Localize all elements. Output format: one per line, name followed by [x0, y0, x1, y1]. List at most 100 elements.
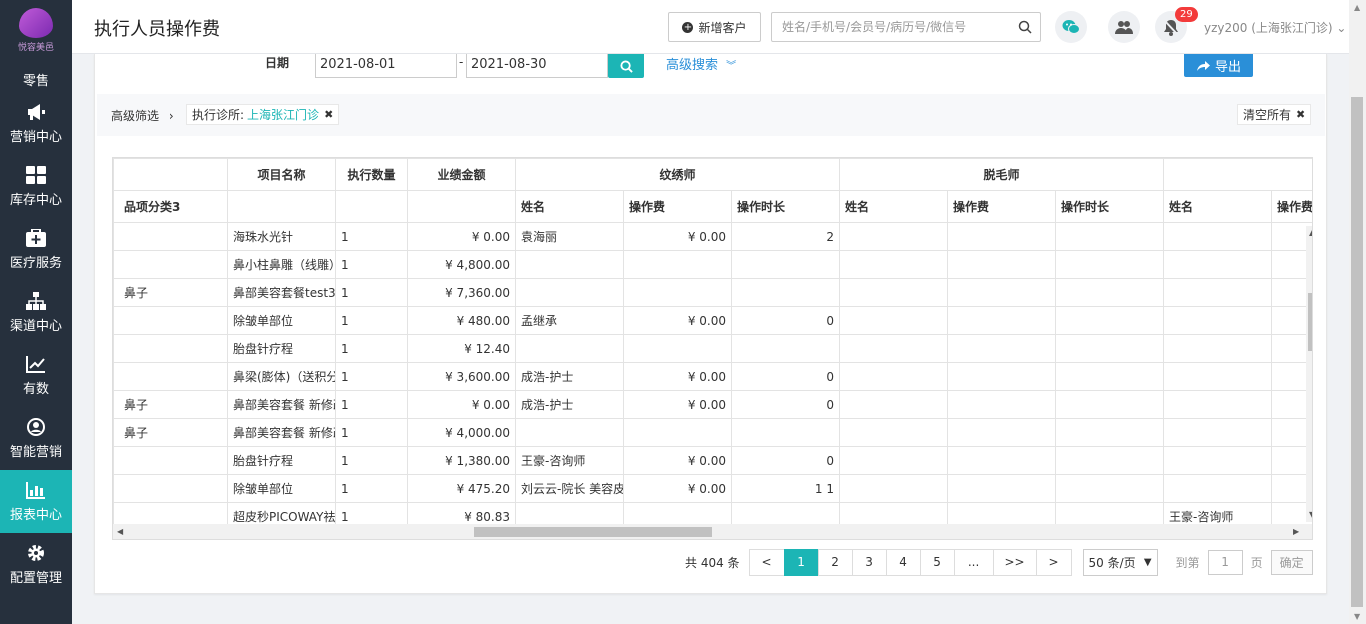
advanced-filter-bar: 高级筛选 › 执行诊所: 上海张江门诊 ✖ 清空所有 ✖ [97, 94, 1325, 136]
table-cell [947, 474, 1056, 503]
sidebar-item-smart-marketing[interactable]: 智能营销 [0, 407, 72, 470]
table-cell: 鼻子 [113, 278, 228, 307]
table-cell: 1 [335, 362, 408, 391]
table-cell [1163, 334, 1272, 363]
table-cell [839, 446, 948, 475]
page-button[interactable]: 1 [783, 548, 819, 576]
table-cell [1163, 474, 1272, 503]
sidebar-item-reports[interactable]: 报表中心 [0, 470, 72, 533]
advanced-search-link[interactable]: 高级搜索 ︾ [666, 54, 736, 73]
date-from-input[interactable]: 2021-08-01 [315, 54, 457, 78]
table-header: 操作费 [623, 190, 732, 223]
line-chart-icon [26, 354, 46, 374]
page-size-select[interactable]: 50 条/页 ▼ [1082, 548, 1158, 576]
close-icon[interactable]: ✖ [324, 108, 333, 121]
table-cell [113, 306, 228, 335]
goto-confirm-button[interactable]: 确定 [1270, 549, 1313, 575]
table-cell: 1 [335, 334, 408, 363]
sidebar-item-settings[interactable]: 配置管理 [0, 533, 72, 596]
page-button[interactable]: 2 [817, 548, 853, 576]
table-cell [113, 474, 228, 503]
search-icon[interactable] [1018, 20, 1032, 37]
prev-page-button[interactable]: < [748, 548, 785, 576]
sidebar-item-data[interactable]: 有数 [0, 344, 72, 407]
filter-tag-value: 上海张江门诊 [247, 108, 320, 122]
table-cell: ¥ 0.00 [623, 362, 732, 391]
export-button[interactable]: 导出 [1184, 54, 1253, 77]
clear-all-button[interactable]: 清空所有 ✖ [1237, 104, 1312, 125]
customer-search-input[interactable] [772, 13, 1002, 41]
notification-badge: 29 [1175, 7, 1198, 22]
scroll-left-icon[interactable]: ◀ [117, 527, 123, 536]
table-row: 除皱单部位 1 ¥ 475.20 刘云云-院长 美容皮 ¥ 0.00 1 1 [113, 474, 1312, 503]
page-button[interactable]: 3 [851, 548, 887, 576]
horizontal-scrollbar[interactable]: ◀ ▶ [113, 524, 1312, 539]
table-cell: ¥ 480.00 [407, 306, 516, 335]
scroll-right-icon[interactable]: ▶ [1293, 527, 1299, 536]
date-to-input[interactable]: 2021-08-30 [466, 54, 608, 78]
table-cell: 王豪-咨询师 [515, 446, 624, 475]
table-cell [947, 446, 1056, 475]
table-header-empty [335, 190, 408, 223]
table-cell [515, 250, 624, 279]
data-table: 项目名称 执行数量 业绩金额 纹绣师 脱毛师 美 品项分类3 姓名 操作费 操作… [113, 158, 1312, 531]
ai-icon [26, 417, 46, 437]
table-cell [113, 334, 228, 363]
table-cell [839, 390, 948, 419]
table-cell [1055, 250, 1164, 279]
team-icon[interactable] [1108, 11, 1140, 43]
pagination: 共 404 条 < 1 2 3 4 5 ... >> > 50 条/页 ▼ 到第… [685, 548, 1313, 576]
grid-icon [26, 165, 46, 185]
gear-icon [26, 543, 46, 563]
fast-forward-button[interactable]: >> [992, 548, 1037, 576]
page-scroll-thumb[interactable] [1351, 97, 1363, 607]
table-cell [623, 250, 732, 279]
table-cell: 鼻部美容套餐test3 [227, 278, 336, 307]
chevron-down-icon: ▼ [1143, 556, 1152, 568]
table-cell [1163, 278, 1272, 307]
table-cell [839, 222, 948, 251]
search-button[interactable] [608, 54, 644, 78]
goto-label: 到第 [1175, 555, 1200, 570]
table-cell [1055, 418, 1164, 447]
scroll-down-icon[interactable]: ▼ [1354, 612, 1360, 621]
date-separator: - [459, 55, 464, 69]
table-header: 脱毛师 [839, 158, 1164, 191]
page-button[interactable]: 4 [885, 548, 921, 576]
wechat-icon[interactable] [1055, 11, 1087, 43]
sidebar-item-medical[interactable]: 医疗服务 [0, 218, 72, 281]
sidebar-item-channel[interactable]: 渠道中心 [0, 281, 72, 344]
sidebar-item-retail[interactable]: 零售 [0, 70, 72, 89]
new-customer-button[interactable]: + 新增客户 [668, 12, 761, 42]
table-cell: ¥ 0.00 [623, 306, 732, 335]
table-header-empty [407, 190, 516, 223]
table-cell [113, 222, 228, 251]
page-button[interactable]: 5 [919, 548, 955, 576]
page-scrollbar[interactable]: ▲ ▼ [1349, 0, 1366, 624]
sidebar-item-label: 渠道中心 [9, 319, 62, 334]
table-cell: 1 [335, 474, 408, 503]
sidebar-item-inventory[interactable]: 库存中心 [0, 155, 72, 218]
table-header-empty [113, 158, 228, 191]
sidebar-item-marketing[interactable]: 营销中心 [0, 92, 72, 155]
table-cell [113, 250, 228, 279]
table-cell: 鼻部美容套餐 新修改 [227, 418, 336, 447]
vertical-scrollbar[interactable]: ▲ ▼ [1306, 226, 1312, 522]
table-cell: 孟继承 [515, 306, 624, 335]
advanced-filter-label: 高级筛选 › [111, 107, 174, 124]
next-page-button[interactable]: > [1035, 548, 1072, 576]
table-cell [947, 250, 1056, 279]
table-cell: ¥ 4,800.00 [407, 250, 516, 279]
horizontal-scroll-thumb[interactable] [474, 527, 712, 537]
table-header: 品项分类3 [113, 190, 228, 223]
table-cell: 海珠水光针 [227, 222, 336, 251]
goto-page-input[interactable]: 1 [1207, 549, 1243, 575]
table-row: 胎盘针疗程 1 ¥ 12.40 [113, 334, 1312, 363]
page-unit: 页 [1250, 555, 1263, 570]
user-menu[interactable]: yzy200 (上海张江门诊) ⌄ [1204, 19, 1346, 36]
sidebar-item-label: 报表中心 [9, 508, 62, 523]
megaphone-icon [26, 102, 46, 122]
table-row: 鼻子 鼻部美容套餐 新修改 1 ¥ 4,000.00 [113, 418, 1312, 447]
medical-kit-icon [26, 228, 46, 248]
scroll-up-icon[interactable]: ▲ [1354, 3, 1360, 12]
